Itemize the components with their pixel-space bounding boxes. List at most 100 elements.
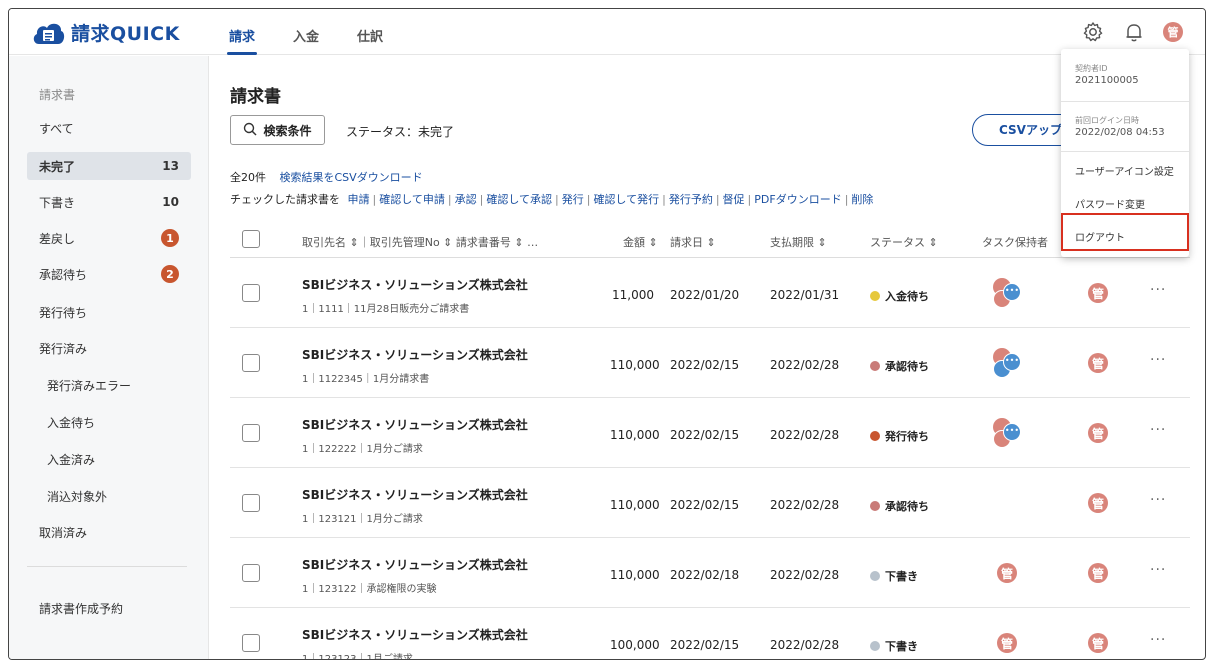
more-options-icon[interactable]: ···	[1150, 492, 1166, 508]
menu-item-user-icon-settings[interactable]: ユーザーアイコン設定	[1075, 163, 1174, 178]
app-logo[interactable]: 請求QUICK	[31, 19, 180, 46]
amount: 110,000	[610, 498, 660, 512]
sidebar-item-awaiting-payment[interactable]: 入金待ち	[27, 408, 191, 436]
more-options-icon[interactable]: ···	[1150, 632, 1166, 648]
more-options-icon[interactable]: ···	[1150, 282, 1166, 298]
bell-icon[interactable]	[1123, 21, 1145, 43]
amount: 110,000	[610, 568, 660, 582]
table-row[interactable]: SBIビジネス・ソリューションズ株式会社 1｜123121｜1月分ご請求 110…	[230, 468, 1190, 538]
due-date: 2022/01/31	[770, 288, 840, 302]
due-date: 2022/02/28	[770, 498, 840, 512]
status-dot	[870, 501, 880, 511]
task-holder-avatar: 管	[997, 633, 1017, 653]
column-header-amount[interactable]: 金額 ⇕	[623, 234, 658, 250]
row-checkbox[interactable]	[242, 354, 260, 372]
invoice-date: 2022/02/15	[670, 358, 740, 372]
main-content: 請求書 検索条件 ステータス：未完了 CSVアップロード 全20件 検索結果をC…	[210, 56, 1205, 659]
sidebar-heading: 請求書	[39, 88, 76, 102]
sidebar-item-awaiting-approval[interactable]: 承認待ち 2	[27, 260, 191, 288]
bulk-action-approve[interactable]: 承認	[455, 193, 477, 206]
bulk-action-apply[interactable]: 申請	[348, 193, 370, 206]
csv-download-link[interactable]: 検索結果をCSVダウンロード	[280, 171, 423, 184]
table-row[interactable]: SBIビジネス・ソリューションズ株式会社 1｜122222｜1月分ご請求 110…	[230, 398, 1190, 468]
row-checkbox[interactable]	[242, 424, 260, 442]
status-badge: 下書き	[870, 568, 918, 584]
tab-journal[interactable]: 仕訳	[357, 9, 383, 55]
sidebar-item-awaiting-issue[interactable]: 発行待ち	[27, 298, 191, 326]
table-row[interactable]: SBIビジネス・ソリューションズ株式会社 1｜1122345｜1月分請求書 11…	[230, 328, 1190, 398]
invoice-date: 2022/02/15	[670, 498, 740, 512]
main-nav: 請求 入金 仕訳	[226, 9, 383, 55]
status-filter-text: ステータス：未完了	[346, 125, 455, 139]
sidebar-item-draft[interactable]: 下書き 10	[27, 188, 191, 216]
search-icon	[243, 122, 258, 139]
sidebar-item-paid[interactable]: 入金済み	[27, 445, 191, 473]
user-avatar-button[interactable]: 管	[1163, 22, 1183, 42]
column-header-status[interactable]: ステータス ⇕	[870, 234, 938, 250]
task-holder-group-icon[interactable]: •••	[993, 348, 1023, 378]
sidebar-item-all[interactable]: すべて	[27, 114, 191, 142]
page-title: 請求書	[230, 87, 281, 107]
app-logo-text: 請求QUICK	[71, 23, 180, 45]
select-all-checkbox[interactable]	[242, 230, 260, 248]
task-holder-group-icon[interactable]: •••	[993, 418, 1023, 448]
tab-invoice[interactable]: 請求	[226, 9, 258, 55]
sidebar-item-issued[interactable]: 発行済み	[27, 334, 191, 362]
more-options-icon[interactable]: ···	[1150, 422, 1166, 438]
bulk-action-remind[interactable]: 督促	[723, 193, 745, 206]
due-date: 2022/02/28	[770, 568, 840, 582]
contract-id-label: 契約者ID	[1075, 64, 1108, 73]
status-badge: 発行待ち	[870, 428, 929, 444]
amount: 110,000	[610, 358, 660, 372]
row-checkbox[interactable]	[242, 634, 260, 652]
client-name: SBIビジネス・ソリューションズ株式会社	[302, 628, 528, 642]
owner-avatar: 管	[1088, 493, 1108, 513]
gear-icon[interactable]	[1082, 21, 1104, 43]
due-date: 2022/02/28	[770, 358, 840, 372]
menu-item-change-password[interactable]: パスワード変更	[1075, 196, 1145, 211]
sidebar-item-incomplete[interactable]: 未完了 13	[27, 152, 191, 180]
bulk-action-schedule-issue[interactable]: 発行予約	[669, 193, 713, 206]
invoice-sub-info: 1｜123122｜承認権限の実験	[302, 584, 437, 595]
bulk-action-pdf-download[interactable]: PDFダウンロード	[754, 193, 841, 206]
more-options-icon[interactable]: ···	[1150, 562, 1166, 578]
last-login-label: 前回ログイン日時	[1075, 116, 1139, 125]
menu-item-logout[interactable]: ログアウト	[1075, 229, 1125, 244]
owner-avatar: 管	[1088, 353, 1108, 373]
table-row[interactable]: SBIビジネス・ソリューションズ株式会社 1｜123122｜承認権限の実験 11…	[230, 538, 1190, 608]
bulk-action-issue[interactable]: 発行	[562, 193, 584, 206]
column-header-client[interactable]: 取引先名 ⇕｜取引先管理No ⇕ 請求書番号 ⇕ …	[302, 234, 538, 250]
bulk-action-delete[interactable]: 削除	[851, 193, 873, 206]
top-header: 請求QUICK 請求 入金 仕訳 管	[9, 9, 1205, 55]
row-checkbox[interactable]	[242, 494, 260, 512]
count-badge: 13	[162, 159, 179, 173]
sidebar-item-cancelled[interactable]: 取消済み	[27, 518, 191, 546]
task-holder-avatar: 管	[997, 563, 1017, 583]
client-name: SBIビジネス・ソリューションズ株式会社	[302, 418, 528, 432]
row-checkbox[interactable]	[242, 284, 260, 302]
last-login-value: 2022/02/08 04:53	[1075, 127, 1165, 138]
table-row[interactable]: SBIビジネス・ソリューションズ株式会社 1｜1111｜11月28日販売分ご請求…	[230, 258, 1190, 328]
task-holder-group-icon[interactable]: •••	[993, 278, 1023, 308]
client-name: SBIビジネス・ソリューションズ株式会社	[302, 278, 528, 292]
sidebar-item-not-reconciled[interactable]: 消込対象外	[27, 482, 191, 510]
status-dot	[870, 571, 880, 581]
column-header-due-date[interactable]: 支払期限 ⇕	[770, 234, 827, 250]
column-header-invoice-date[interactable]: 請求日 ⇕	[670, 234, 716, 250]
bulk-action-confirm-apply[interactable]: 確認して申請	[379, 193, 445, 206]
status-badge: 下書き	[870, 638, 918, 654]
sidebar-item-issued-error[interactable]: 発行済みエラー	[27, 371, 191, 399]
sidebar-divider	[27, 566, 187, 567]
bulk-action-confirm-approve[interactable]: 確認して承認	[486, 193, 552, 206]
table-row[interactable]: SBIビジネス・ソリューションズ株式会社 1｜123123｜1月ご請求 100,…	[230, 608, 1190, 659]
sidebar-item-returned[interactable]: 差戻し 1	[27, 224, 191, 252]
tab-payment[interactable]: 入金	[293, 9, 319, 55]
bulk-action-confirm-issue[interactable]: 確認して発行	[593, 193, 659, 206]
more-options-icon[interactable]: ···	[1150, 352, 1166, 368]
invoice-sub-info: 1｜1122345｜1月分請求書	[302, 374, 430, 385]
invoice-sub-info: 1｜122222｜1月分ご請求	[302, 444, 423, 455]
amount: 11,000	[612, 288, 654, 302]
row-checkbox[interactable]	[242, 564, 260, 582]
sidebar-item-reservation[interactable]: 請求書作成予約	[27, 594, 191, 622]
search-conditions-button[interactable]: 検索条件	[230, 115, 325, 145]
